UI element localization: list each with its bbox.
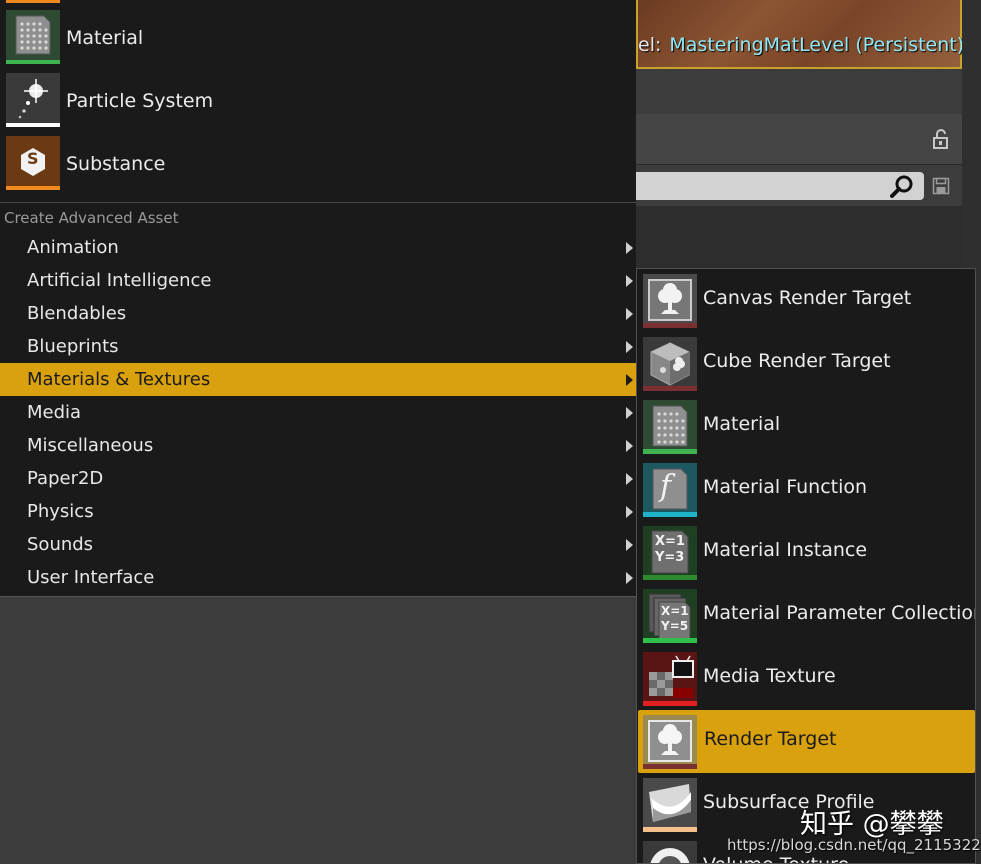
submenu-arrow-icon <box>626 440 633 452</box>
submenu-item-media-texture[interactable]: Media Texture <box>637 647 975 710</box>
category-physics[interactable]: Physics <box>0 495 636 528</box>
menu-item-label: Substance <box>66 153 166 175</box>
instance-line-1: X=1 <box>655 534 685 549</box>
material-instance-icon: X=1 Y=3 <box>643 526 697 580</box>
submenu-item-label: Material Function <box>703 476 868 498</box>
submenu-item-label: Material Instance <box>703 539 868 561</box>
category-label: Sounds <box>27 534 94 555</box>
material-icon <box>643 400 697 454</box>
category-label: Media <box>27 402 82 423</box>
search-input[interactable] <box>636 172 924 200</box>
submenu-arrow-icon <box>626 275 633 287</box>
category-materials-and-textures[interactable]: Materials & Textures <box>0 363 636 396</box>
save-icon[interactable] <box>932 177 950 195</box>
submenu-arrow-icon <box>626 506 633 518</box>
collection-line-2: Y=5 <box>661 619 689 633</box>
render-target-icon <box>643 715 697 769</box>
submenu-item-label: Material <box>703 413 781 435</box>
level-indicator: el: MasteringMatLevel (Persistent) <box>638 34 964 56</box>
particle-system-icon <box>6 73 60 127</box>
context-menu: Material Particle System S Substance Cre… <box>0 0 636 597</box>
level-viewport[interactable]: el: MasteringMatLevel (Persistent) <box>636 0 964 69</box>
watermark-url: https://blog.csdn.net/qq_21153225 <box>727 836 981 854</box>
materials-textures-submenu: Canvas Render Target Cube Render Target <box>636 268 976 864</box>
submenu-arrow-icon <box>626 473 633 485</box>
media-texture-icon <box>643 652 697 706</box>
category-animation[interactable]: Animation <box>0 231 636 264</box>
submenu-item-canvas-render-target[interactable]: Canvas Render Target <box>637 269 975 332</box>
category-label: Blendables <box>27 303 127 324</box>
volume-texture-icon <box>643 841 697 863</box>
menu-divider <box>0 202 636 203</box>
cube-render-target-icon <box>643 337 697 391</box>
submenu-arrow-icon <box>626 308 633 320</box>
category-label: Blueprints <box>27 336 119 357</box>
submenu-arrow-icon <box>626 572 633 584</box>
menu-item-substance[interactable]: S Substance <box>0 128 636 191</box>
menu-item-material[interactable]: Material <box>0 2 636 65</box>
submenu-item-label: Canvas Render Target <box>703 287 912 309</box>
category-user-interface[interactable]: User Interface <box>0 561 636 594</box>
outliner-header <box>636 114 962 165</box>
submenu-item-label: Material Parameter Collection <box>703 602 976 624</box>
instance-line-2: Y=3 <box>655 550 685 565</box>
material-parameter-collection-icon: X=1 Y=5 <box>643 589 697 643</box>
category-label: Artificial Intelligence <box>27 270 212 291</box>
submenu-item-material[interactable]: Material <box>637 395 975 458</box>
category-label: Paper2D <box>27 468 104 489</box>
category-artificial-intelligence[interactable]: Artificial Intelligence <box>0 264 636 297</box>
category-label: User Interface <box>27 567 155 588</box>
collection-line-1: X=1 <box>661 604 689 618</box>
submenu-arrow-icon <box>626 407 633 419</box>
category-label: Miscellaneous <box>27 435 154 456</box>
level-prefix: el: <box>638 34 662 56</box>
submenu-item-render-target[interactable]: Render Target <box>638 710 975 773</box>
submenu-item-label: Render Target <box>704 728 837 750</box>
submenu-item-cube-render-target[interactable]: Cube Render Target <box>637 332 975 395</box>
category-paper2d[interactable]: Paper2D <box>0 462 636 495</box>
submenu-item-material-parameter-collection[interactable]: X=1 Y=5 Material Parameter Collection <box>637 584 975 647</box>
menu-item-particle-system[interactable]: Particle System <box>0 65 636 128</box>
level-name: MasteringMatLevel (Persistent) <box>669 34 965 56</box>
submenu-item-material-function[interactable]: f Material Function <box>637 458 975 521</box>
category-label: Animation <box>27 237 119 258</box>
category-sounds[interactable]: Sounds <box>0 528 636 561</box>
category-blueprints[interactable]: Blueprints <box>0 330 636 363</box>
material-icon <box>6 10 60 64</box>
submenu-arrow-icon <box>626 242 633 254</box>
lock-icon[interactable] <box>930 128 952 150</box>
category-media[interactable]: Media <box>0 396 636 429</box>
submenu-item-material-instance[interactable]: X=1 Y=3 Material Instance <box>637 521 975 584</box>
menu-item-label: Material <box>66 27 144 49</box>
category-label: Materials & Textures <box>27 369 211 390</box>
material-function-icon: f <box>643 463 697 517</box>
category-label: Physics <box>27 501 94 522</box>
search-icon[interactable] <box>890 175 914 199</box>
substance-icon: S <box>6 136 60 190</box>
category-miscellaneous[interactable]: Miscellaneous <box>0 429 636 462</box>
menu-item-label: Particle System <box>66 90 214 112</box>
substance-glyph: S <box>27 149 39 168</box>
canvas-render-target-icon <box>643 274 697 328</box>
submenu-arrow-icon <box>626 374 633 386</box>
category-blendables[interactable]: Blendables <box>0 297 636 330</box>
submenu-arrow-icon <box>626 341 633 353</box>
function-glyph: f <box>660 469 672 504</box>
submenu-item-label: Cube Render Target <box>703 350 891 372</box>
outliner-body <box>636 206 962 268</box>
submenu-arrow-icon <box>626 539 633 551</box>
subsurface-profile-icon <box>643 778 697 832</box>
submenu-item-label: Volume Texture <box>703 854 849 863</box>
section-header: Create Advanced Asset <box>4 209 179 227</box>
submenu-item-label: Media Texture <box>703 665 836 687</box>
